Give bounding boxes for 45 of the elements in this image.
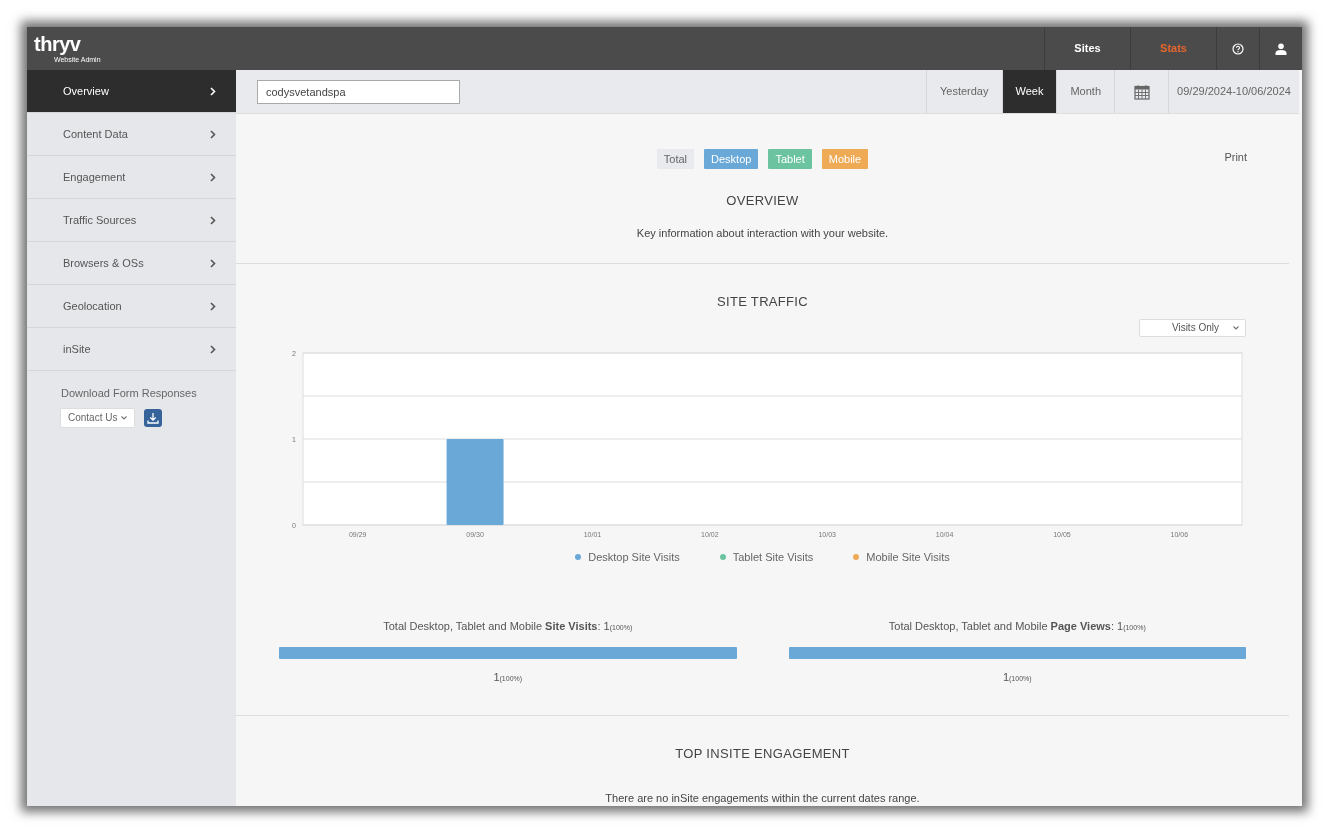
section-title: SITE TRAFFIC <box>716 293 809 311</box>
total-label: Total Desktop, Tablet and Mobile Site Visits: <box>383 619 601 634</box>
section-title: Download Form Responses <box>61 386 198 401</box>
mode-select[interactable]: Visits Only <box>1139 318 1246 337</box>
section-description: Key information about interaction with your website. <box>636 225 889 241</box>
chevron-icon <box>210 172 216 182</box>
section-title: TOP INSITE ENGAGEMENT <box>675 745 850 763</box>
caret-icon <box>121 415 128 420</box>
legend-label: Desktop Site Visits <box>588 549 680 565</box>
sidebar-item[interactable]: Content Data <box>27 113 236 156</box>
chevron-icon <box>210 215 216 225</box>
chevron-icon <box>210 301 216 311</box>
caret-icon <box>1233 325 1239 330</box>
range-tab[interactable]: Month <box>1056 70 1114 113</box>
bar-value: 1 <box>493 669 500 685</box>
print-link[interactable]: Print <box>1224 149 1247 166</box>
total-value: 1 <box>603 619 610 634</box>
legend-label: Mobile Site Visits <box>866 549 950 565</box>
form-select[interactable]: Contact Us <box>60 407 136 428</box>
chevron-icon <box>210 344 216 354</box>
sidebar-item[interactable]: Traffic Sources <box>27 199 236 242</box>
date-range[interactable]: 09/29/2024-10/06/2024 <box>1168 70 1299 113</box>
calendar-icon <box>1133 83 1150 100</box>
empty-message: There are no inSite engagements within the current dates range. <box>605 790 920 806</box>
chevron-icon <box>210 258 216 268</box>
sidebar-item[interactable]: Engagement <box>27 156 236 199</box>
section-title: OVERVIEW <box>726 192 799 210</box>
sidebar-item[interactable]: inSite <box>27 328 236 371</box>
sidebar-item[interactable]: Browsers & OSs <box>27 242 236 285</box>
chevron-icon <box>210 129 216 139</box>
download-button[interactable] <box>144 408 163 427</box>
sidebar-item[interactable]: Geolocation <box>27 285 236 328</box>
logo: thryv <box>34 33 82 54</box>
chevron-icon <box>210 86 216 96</box>
bar-value: 1 <box>1002 669 1009 685</box>
filter-tag[interactable]: Total <box>656 149 695 169</box>
help-icon <box>1232 42 1244 55</box>
legend-label: Tablet Site Visits <box>732 549 814 565</box>
sidebar-item[interactable]: Overview <box>27 70 236 113</box>
download-icon <box>147 411 160 424</box>
range-tab[interactable]: Yesterday <box>925 70 1002 113</box>
site-field[interactable]: codysvetandspa <box>257 79 460 104</box>
user-icon <box>1275 42 1287 55</box>
total-label: Total Desktop, Tablet and Mobile Page Views: <box>888 619 1114 634</box>
range-tab[interactable]: Week <box>1001 70 1057 113</box>
